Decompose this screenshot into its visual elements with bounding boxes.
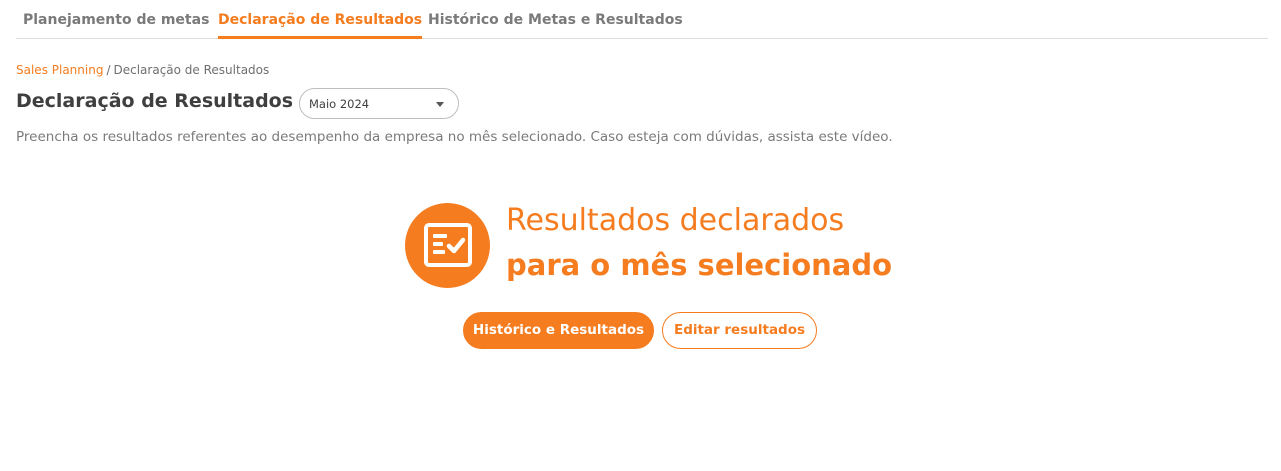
status-headline: Resultados declarados xyxy=(506,203,845,238)
page-title: Declaração de Resultados xyxy=(16,90,294,112)
checklist-form-icon-glyph xyxy=(424,223,472,267)
status-subheadline: para o mês selecionado xyxy=(506,248,893,282)
editar-resultados-button[interactable]: Editar resultados xyxy=(662,312,817,349)
top-tab-bar: Planejamento de metas Declaração de Resu… xyxy=(16,0,1268,39)
month-select-value: Maio 2024 xyxy=(309,97,370,111)
breadcrumb: Sales Planning / Declaração de Resultados xyxy=(16,63,269,77)
tab-historico-de-metas-e-resultados[interactable]: Histórico de Metas e Resultados xyxy=(428,12,683,39)
page-description: Preencha os resultados referentes ao des… xyxy=(16,129,893,145)
breadcrumb-current: Declaração de Resultados xyxy=(113,63,270,77)
tab-declaracao-de-resultados[interactable]: Declaração de Resultados xyxy=(218,12,423,39)
month-select[interactable]: Maio 2024 xyxy=(299,88,459,119)
historico-e-resultados-button[interactable]: Histórico e Resultados xyxy=(463,312,654,349)
breadcrumb-link-sales-planning[interactable]: Sales Planning xyxy=(16,63,103,77)
caret-down-icon xyxy=(436,102,444,107)
breadcrumb-separator: / xyxy=(106,63,111,77)
checklist-form-icon xyxy=(405,203,490,288)
tab-planejamento-de-metas[interactable]: Planejamento de metas xyxy=(23,12,209,39)
